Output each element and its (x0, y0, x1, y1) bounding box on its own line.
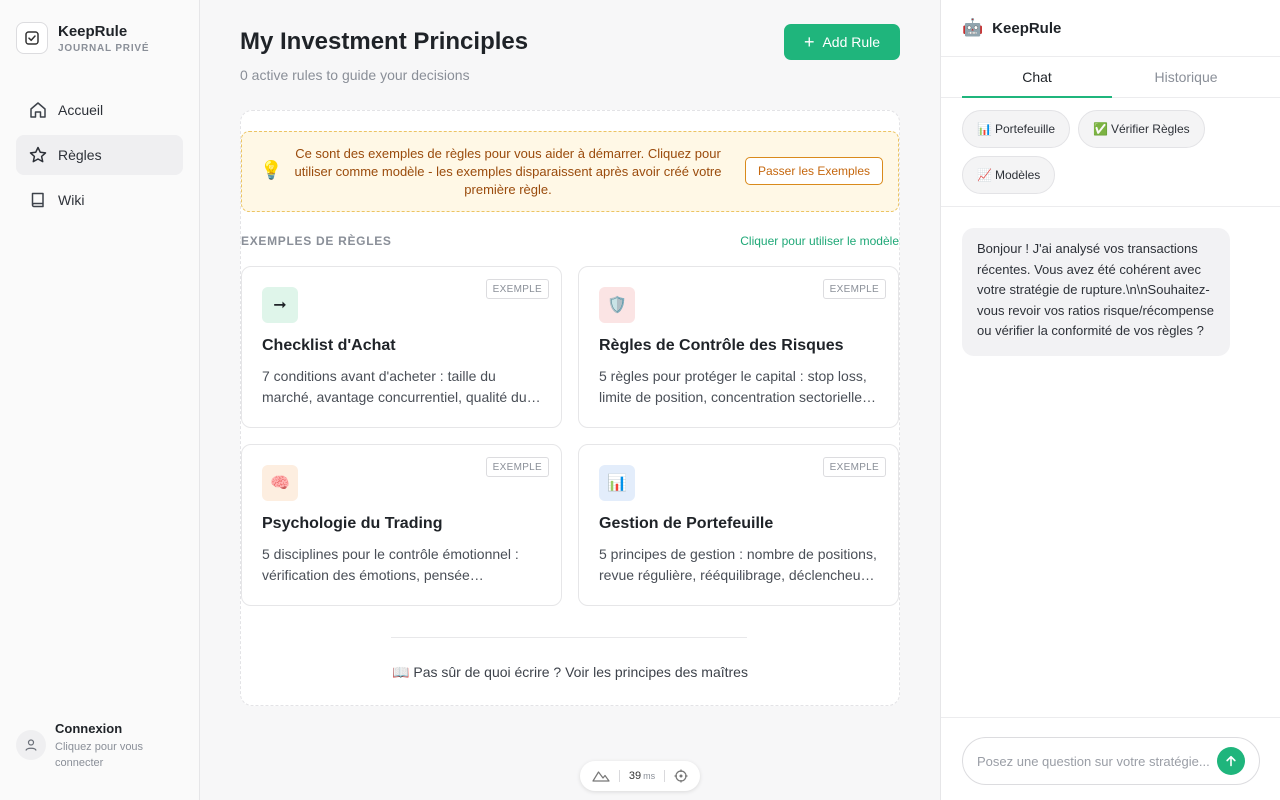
login-title: Connexion (55, 721, 123, 736)
chat-input-area (941, 717, 1280, 800)
sidebar-item-label: Accueil (58, 102, 104, 118)
example-card-portfolio[interactable]: 📊 EXEMPLE Gestion de Portefeuille 5 prin… (578, 444, 899, 606)
sidebar-item-accueil[interactable]: Accueil (16, 90, 183, 130)
sidebar-item-label: Wiki (58, 192, 85, 208)
example-badge: EXEMPLE (822, 279, 886, 299)
brain-icon: 🧠 (262, 465, 298, 501)
card-description: 5 disciplines pour le contrôle émotionne… (262, 546, 519, 583)
card-description: 5 principes de gestion : nombre de posit… (599, 546, 877, 583)
sidebar: KeepRule JOURNAL PRIVÉ Accueil Règles Wi… (0, 0, 200, 800)
chat-header: 🤖 KeepRule (941, 0, 1280, 57)
chip-label: Modèles (994, 168, 1041, 182)
robot-icon: 🤖 (962, 18, 984, 37)
chat-title: KeepRule (992, 19, 1062, 37)
chat-panel: 🤖 KeepRule Chat Historique 📊 Portefeuill… (940, 0, 1280, 800)
add-rule-label: Add Rule (822, 34, 881, 50)
example-badge: EXEMPLE (485, 457, 549, 477)
chip-verifier-regles[interactable]: ✅ Vérifier Règles (1078, 110, 1205, 148)
example-card-psychology[interactable]: 🧠 EXEMPLE Psychologie du Trading 5 disci… (241, 444, 562, 606)
card-description: 5 règles pour protéger le capital : stop… (599, 368, 867, 405)
home-icon (30, 102, 46, 118)
latency-value: 39 ms (628, 770, 656, 782)
plus-icon: + (803, 32, 815, 52)
example-badge: EXEMPLE (822, 457, 886, 477)
brand[interactable]: KeepRule JOURNAL PRIVÉ (16, 22, 149, 54)
chat-input[interactable] (962, 737, 1260, 785)
sidebar-nav: Accueil Règles Wiki (16, 90, 183, 225)
card-title: Psychologie du Trading (262, 515, 443, 532)
star-icon (29, 146, 47, 163)
example-card-checklist[interactable]: ➞ EXEMPLE Checklist d'Achat 7 conditions… (241, 266, 562, 428)
perf-indicator[interactable]: 39 ms (580, 761, 700, 791)
separator (663, 770, 665, 782)
main-content: My Investment Principles 0 active rules … (200, 0, 940, 800)
send-button[interactable] (1217, 747, 1245, 775)
section-label: EXEMPLES DE RÈGLES (241, 234, 392, 248)
chip-portefeuille[interactable]: 📊 Portefeuille (962, 110, 1070, 148)
brand-name: KeepRule (58, 22, 128, 40)
bar-chart-icon: 📊 (599, 465, 635, 501)
lightbulb-icon: 💡 (260, 160, 283, 180)
examples-banner: 💡 Ce sont des exemples de règles pour vo… (241, 131, 899, 212)
brand-subtitle: JOURNAL PRIVÉ (58, 42, 150, 54)
card-title: Checklist d'Achat (262, 337, 396, 354)
arrow-up-icon (1226, 755, 1236, 767)
sidebar-item-label: Règles (58, 147, 102, 163)
banner-text: Ce sont des exemples de règles pour vous… (294, 146, 722, 197)
skip-examples-button[interactable]: Passer les Exemples (745, 157, 883, 185)
arrow-icon: ➞ (262, 287, 298, 323)
chart-icon: 📊 (977, 122, 992, 136)
login-button[interactable]: Connexion Cliquez pour vous connecter (16, 721, 165, 771)
crosshair-icon (674, 769, 688, 783)
tab-historique[interactable]: Historique (1111, 57, 1261, 97)
check-icon: ✅ (1093, 122, 1108, 136)
chip-label: Portefeuille (994, 122, 1055, 136)
quick-actions: 📊 Portefeuille ✅ Vérifier Règles 📈 Modèl… (941, 98, 1280, 207)
chip-label: Vérifier Règles (1110, 122, 1190, 136)
chat-tabs: Chat Historique (941, 57, 1280, 98)
example-badge: EXEMPLE (485, 279, 549, 299)
login-subtitle: Cliquez pour vous connecter (55, 741, 144, 769)
card-title: Règles de Contrôle des Risques (599, 337, 844, 354)
tab-chat[interactable]: Chat (962, 57, 1112, 98)
divider (391, 637, 747, 638)
card-title: Gestion de Portefeuille (599, 515, 774, 532)
logo-checkbox-icon (16, 22, 48, 54)
example-card-risk-control[interactable]: 🛡️ EXEMPLE Règles de Contrôle des Risque… (578, 266, 899, 428)
page-subtitle: 0 active rules to guide your decisions (240, 67, 470, 83)
page-title: My Investment Principles (240, 28, 529, 55)
assistant-message: Bonjour ! J'ai analysé vos transactions … (962, 228, 1230, 356)
card-description: 7 conditions avant d'acheter : taille du… (262, 368, 527, 405)
separator (619, 770, 621, 782)
rules-panel: 💡 Ce sont des exemples de règles pour vo… (240, 110, 900, 706)
trend-icon: 📈 (977, 168, 992, 182)
mountain-icon (592, 771, 610, 782)
masters-principles-link[interactable]: 📖 Pas sûr de quoi écrire ? Voir les prin… (241, 664, 899, 681)
user-icon (16, 730, 46, 760)
chip-modeles[interactable]: 📈 Modèles (962, 156, 1056, 194)
use-template-link[interactable]: Cliquer pour utiliser le modèle (740, 234, 899, 248)
shield-icon: 🛡️ (599, 287, 635, 323)
sidebar-item-regles[interactable]: Règles (16, 135, 183, 175)
sidebar-item-wiki[interactable]: Wiki (16, 180, 183, 220)
book-icon (31, 192, 44, 208)
add-rule-button[interactable]: + Add Rule (784, 24, 900, 60)
